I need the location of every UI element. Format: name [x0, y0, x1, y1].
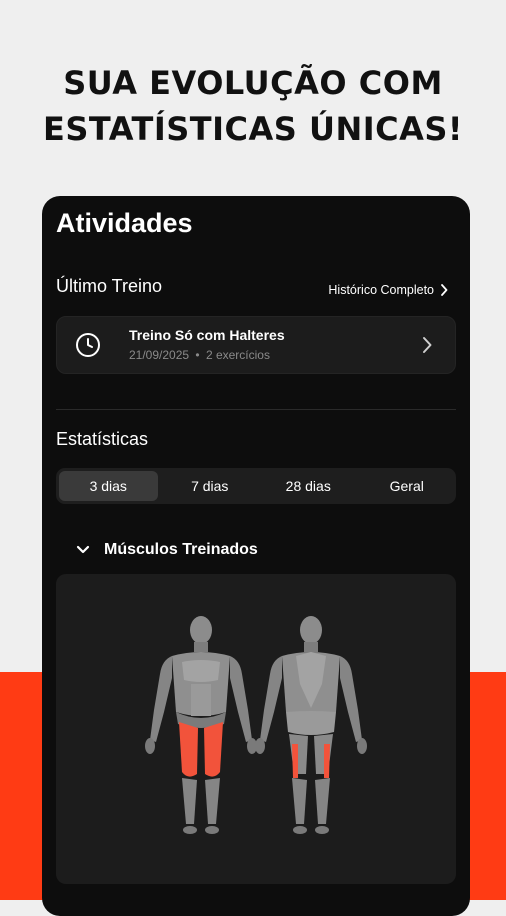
quadriceps-left: [179, 722, 198, 777]
body-front-figure: [145, 616, 257, 834]
quadriceps-right: [204, 722, 223, 777]
workout-exercise-count: 2 exercícios: [205, 348, 270, 362]
workout-subtitle: 21/09/2025 • 2 exercícios: [129, 348, 270, 362]
range-tab-28-days[interactable]: 28 dias: [259, 468, 358, 504]
page-title: Atividades: [56, 208, 193, 238]
stats-title: Estatísticas: [56, 429, 149, 449]
last-workout-card[interactable]: Treino Só com Halteres 21/09/2025 • 2 ex…: [56, 316, 456, 374]
muscle-map-card: [56, 574, 456, 884]
muscle-map: [145, 616, 367, 834]
history-link-label: Histórico Completo: [328, 283, 434, 297]
hamstrings-right: [324, 744, 330, 778]
chevron-right-icon: [441, 284, 448, 296]
muscles-toggle[interactable]: Músculos Treinados: [76, 541, 258, 559]
range-tab-overall[interactable]: Geral: [358, 468, 457, 504]
last-workout-title: Último Treino: [56, 276, 163, 296]
hamstrings-left: [292, 744, 298, 778]
body-back-figure: [255, 616, 367, 834]
workout-date: 21/09/2025: [129, 348, 190, 362]
range-tab-3-days[interactable]: 3 dias: [59, 471, 158, 501]
promo-headline: SUA EVOLUÇÃO COM ESTATÍSTICAS ÚNICAS!: [0, 60, 506, 152]
chevron-down-icon: [76, 545, 90, 554]
promo-line-1: SUA EVOLUÇÃO COM: [63, 64, 443, 102]
phone-screen: Atividades Último Treino Histórico Compl…: [42, 196, 470, 916]
muscles-label: Músculos Treinados: [104, 541, 258, 558]
history-link[interactable]: Histórico Completo: [328, 283, 448, 297]
clock-icon: [76, 333, 100, 357]
range-selector: 3 dias 7 dias 28 dias Geral: [56, 468, 456, 504]
divider: [56, 409, 456, 410]
workout-title: Treino Só com Halteres: [129, 327, 285, 343]
workout-separator: •: [195, 348, 200, 362]
promo-line-2: ESTATÍSTICAS ÚNICAS!: [42, 110, 464, 148]
range-tab-7-days[interactable]: 7 dias: [161, 468, 260, 504]
chevron-right-icon: [423, 337, 432, 353]
